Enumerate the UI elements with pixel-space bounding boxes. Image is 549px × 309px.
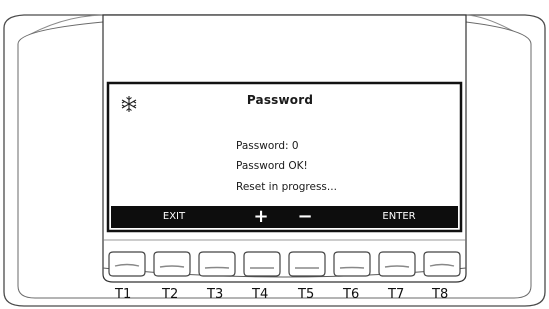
button-label-t7: T7 — [388, 287, 405, 302]
button-label-t1: T1 — [115, 287, 132, 302]
button-t3[interactable] — [197, 250, 237, 278]
button-t4[interactable] — [242, 250, 282, 278]
softkey-bar: EXIT + − ENTER — [111, 206, 458, 228]
snowflake-icon — [121, 96, 137, 112]
softkey-exit: EXIT — [162, 211, 186, 222]
button-t5[interactable] — [287, 250, 327, 278]
screen-title: Password — [246, 93, 314, 107]
button-t7[interactable] — [377, 250, 417, 278]
button-label-t8: T8 — [432, 287, 449, 302]
button-t8[interactable] — [422, 250, 462, 278]
password-value-line: Password: 0 — [236, 140, 299, 152]
button-label-t4: T4 — [252, 287, 269, 302]
button-label-t2: T2 — [162, 287, 179, 302]
controller-device: Password Password: 0 Password OK! Reset … — [0, 0, 549, 309]
button-t6[interactable] — [332, 250, 372, 278]
button-label-t6: T6 — [343, 287, 360, 302]
softkey-plus: + — [253, 206, 269, 227]
softkey-minus: − — [297, 206, 313, 227]
softkey-enter: ENTER — [382, 211, 416, 222]
button-label-t5: T5 — [298, 287, 315, 302]
button-label-t3: T3 — [207, 287, 224, 302]
button-t1[interactable] — [107, 250, 147, 278]
button-t2[interactable] — [152, 250, 192, 278]
password-ok-line: Password OK! — [236, 160, 308, 172]
reset-status-line: Reset in progress... — [236, 181, 337, 193]
